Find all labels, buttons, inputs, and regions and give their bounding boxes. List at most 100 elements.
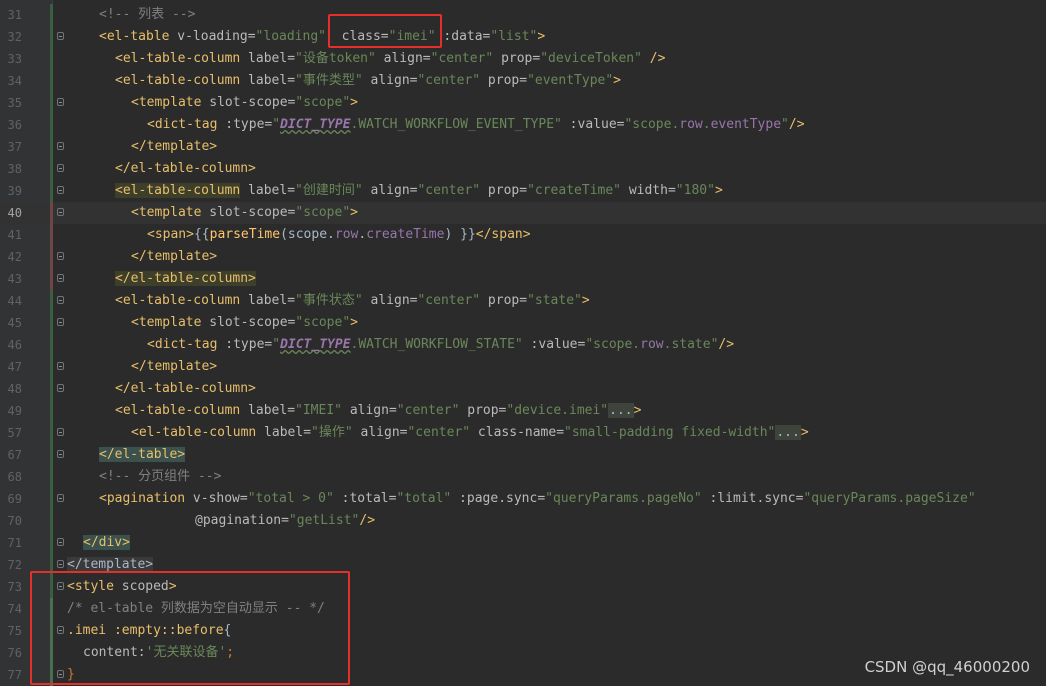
code-line[interactable]: 35 <template slot-scope="scope"> [0, 92, 1046, 114]
fold-marker-icon[interactable] [57, 296, 64, 304]
fold-marker-icon[interactable] [57, 274, 64, 282]
code-token: "center" [417, 73, 481, 88]
code-text: </template> [131, 356, 217, 378]
line-number: 74 [7, 602, 22, 616]
code-line[interactable]: 34 <el-table-column label="事件类型" align="c… [0, 70, 1046, 92]
code-token: DICT_TYPE [280, 337, 351, 352]
code-line[interactable]: 71 </div> [0, 532, 1046, 554]
change-marker [50, 400, 53, 422]
line-number: 34 [7, 74, 22, 88]
code-token: align= [352, 425, 408, 440]
code-line[interactable]: 67 </el-table> [0, 444, 1046, 466]
code-line[interactable]: 49 <el-table-column label="IMEI" align="c… [0, 400, 1046, 422]
code-line[interactable]: 57 <el-table-column label="操作" align="cen… [0, 422, 1046, 444]
fold-marker-icon[interactable] [57, 494, 64, 502]
fold-marker-icon[interactable] [57, 384, 64, 392]
code-token: label= [256, 425, 312, 440]
code-token: <el-table-column [115, 73, 241, 88]
fold-marker-icon[interactable] [57, 362, 64, 370]
highlight-box-style-block [30, 571, 350, 685]
code-token: "center" [417, 183, 481, 198]
fold-marker-icon[interactable] [57, 318, 64, 326]
code-line[interactable]: 32 <el-table v-loading="loading" class="i… [0, 26, 1046, 48]
code-token: </el-table-column> [115, 161, 256, 176]
change-marker [50, 466, 53, 488]
code-line[interactable]: 46 <dict-tag :type="DICT_TYPE.WATCH_WORKF… [0, 334, 1046, 356]
line-number: 31 [7, 8, 22, 22]
code-token: slot-scope= [201, 205, 296, 220]
code-line[interactable]: 38 </el-table-column> [0, 158, 1046, 180]
code-text: <!-- 列表 --> [99, 4, 195, 26]
line-number: 70 [7, 514, 22, 528]
fold-marker-icon[interactable] [57, 538, 64, 546]
code-line[interactable]: 68 <!-- 分页组件 --> [0, 466, 1046, 488]
code-token: <el-table-column [131, 425, 257, 440]
code-token: "small-padding fixed-width" [564, 425, 776, 440]
code-line[interactable]: 31 <!-- 列表 --> [0, 4, 1046, 26]
code-token: <!-- 列表 --> [99, 7, 196, 22]
line-number: 73 [7, 580, 22, 594]
code-token: > [714, 183, 723, 198]
code-line[interactable]: 69 <pagination v-show="total > 0" :total=… [0, 488, 1046, 510]
code-token: > [581, 293, 590, 308]
code-token: </el-table> [99, 447, 186, 462]
code-line[interactable]: 37 </template> [0, 136, 1046, 158]
fold-marker-icon[interactable] [57, 142, 64, 150]
code-token: "queryParams.pageNo" [545, 491, 702, 506]
code-line[interactable]: 42 </template> [0, 246, 1046, 268]
fold-marker-icon[interactable] [57, 252, 64, 260]
code-token: <el-table-column [115, 183, 241, 198]
code-token: "事件类型" [295, 73, 363, 88]
code-token: label= [240, 403, 296, 418]
fold-marker-icon[interactable] [57, 98, 64, 106]
fold-marker-icon[interactable] [57, 208, 64, 216]
code-line[interactable]: 47 </template> [0, 356, 1046, 378]
code-token: align= [342, 403, 397, 418]
line-number: 71 [7, 536, 22, 550]
code-token: row [334, 227, 359, 242]
code-line[interactable]: 44 <el-table-column label="事件状态" align="c… [0, 290, 1046, 312]
code-line[interactable]: 39 <el-table-column label="创建时间" align="c… [0, 180, 1046, 202]
code-token: </el-table-column> [115, 271, 256, 286]
code-text: <!-- 分页组件 --> [99, 466, 221, 488]
fold-marker-icon[interactable] [57, 164, 64, 172]
code-token: v-loading= [169, 29, 256, 44]
fold-marker-icon[interactable] [57, 32, 64, 40]
code-line[interactable]: 40 <template slot-scope="scope"> [0, 202, 1046, 224]
fold-marker-icon[interactable] [57, 186, 64, 194]
code-line[interactable]: 33 <el-table-column label="设备token" align… [0, 48, 1046, 70]
code-line[interactable]: 70 @pagination="getList"/> [0, 510, 1046, 532]
code-token: width= [621, 183, 676, 198]
line-number: 72 [7, 558, 22, 572]
change-marker [50, 246, 53, 268]
code-token: <span> [147, 227, 194, 242]
code-text: <span>{{parseTime(scope.row.createTime) … [147, 224, 531, 246]
code-text: <el-table v-loading="loading" class="ime… [99, 26, 545, 48]
change-marker [50, 180, 53, 202]
code-token: "createTime" [527, 183, 621, 198]
code-token: slot-scope= [201, 95, 296, 110]
fold-marker-icon[interactable] [57, 450, 64, 458]
code-token: :total= [333, 491, 397, 506]
code-token: <el-table-column [115, 51, 241, 66]
code-token: <dict-tag [147, 117, 218, 132]
fold-marker-icon[interactable] [57, 428, 64, 436]
code-token: :value= [561, 117, 625, 132]
code-token: createTime [366, 227, 445, 242]
code-text: @pagination="getList"/> [195, 510, 375, 532]
fold-marker-icon[interactable] [57, 560, 64, 568]
code-token: prop= [480, 183, 528, 198]
code-text: <template slot-scope="scope"> [131, 92, 358, 114]
code-line[interactable]: 43 </el-table-column> [0, 268, 1046, 290]
code-token: /> [718, 337, 735, 352]
code-token: "IMEI" [295, 403, 342, 418]
code-line[interactable]: 36 <dict-tag :type="DICT_TYPE.WATCH_WORKF… [0, 114, 1046, 136]
code-line[interactable]: 45 <template slot-scope="scope"> [0, 312, 1046, 334]
code-line[interactable]: 41 <span>{{parseTime(scope.row.createTime… [0, 224, 1046, 246]
change-marker [50, 488, 53, 510]
code-line[interactable]: 48 </el-table-column> [0, 378, 1046, 400]
code-token: .state" [663, 337, 719, 352]
code-token: "loading" [255, 29, 326, 44]
code-token: :type= [217, 117, 273, 132]
code-token: ... [775, 425, 801, 440]
